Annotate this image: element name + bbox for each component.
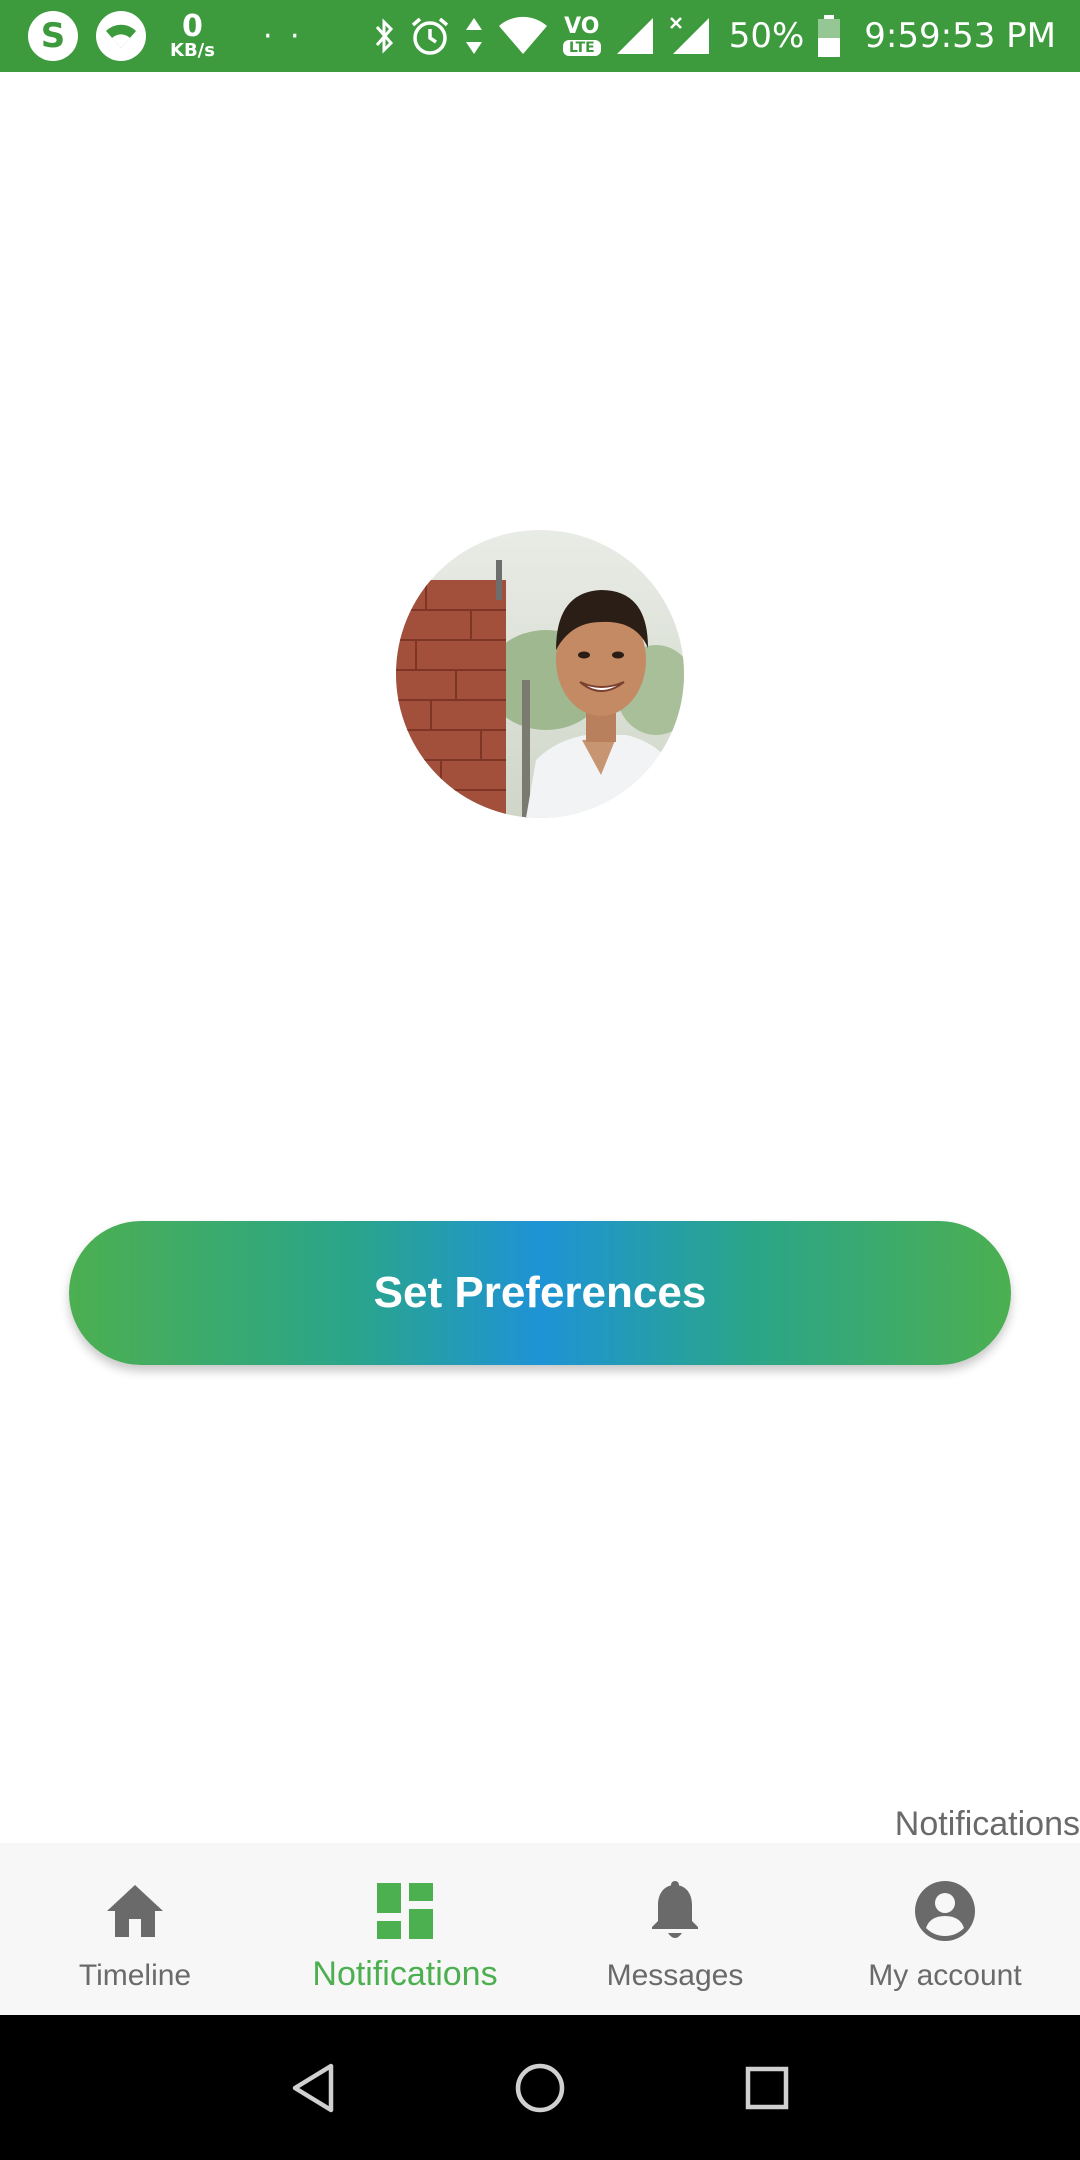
bottom-navigation: Timeline Notifications Messages My accou…: [0, 1843, 1080, 2015]
status-left: S 0 KB/s · ·: [28, 0, 304, 72]
network-speed-unit: KB/s: [170, 40, 215, 61]
cell-signal-icon: [615, 16, 655, 56]
data-arrows-icon: [465, 16, 483, 56]
nav-item-timeline[interactable]: Timeline: [0, 1843, 270, 2015]
set-preferences-button[interactable]: Set Preferences: [69, 1221, 1011, 1365]
nav-item-messages[interactable]: Messages: [540, 1843, 810, 2015]
status-time: 9:59:53 PM: [864, 16, 1056, 56]
status-right: VO LTE 50% 9:59:53 PM: [373, 0, 1056, 72]
bell-icon: [643, 1879, 707, 1943]
volte-icon: VO LTE: [562, 14, 601, 56]
battery-icon: [818, 15, 841, 57]
bluetooth-icon: [373, 17, 395, 55]
home-icon: [103, 1879, 167, 1943]
nav-label-timeline: Timeline: [78, 1959, 192, 1992]
cell-signal-no-data-icon: [669, 16, 711, 56]
lte-label: LTE: [562, 40, 601, 56]
back-icon[interactable]: [278, 2053, 348, 2123]
notification-dots: · ·: [262, 18, 304, 54]
dashboard-icon: [373, 1879, 437, 1943]
skype-icon: S: [28, 11, 78, 61]
nav-label-my-account: My account: [868, 1959, 1022, 1992]
nav-label-notifications: Notifications: [312, 1955, 498, 1993]
account-circle-icon: [913, 1879, 977, 1943]
recents-icon[interactable]: [732, 2053, 802, 2123]
system-navigation-bar: [0, 2015, 1080, 2160]
network-speed-value: 0: [182, 9, 203, 44]
nav-label-messages: Messages: [606, 1959, 744, 1992]
nav-item-my-account[interactable]: My account: [810, 1843, 1080, 2015]
home-circle-icon[interactable]: [505, 2053, 575, 2123]
battery-percent: 50%: [728, 16, 805, 56]
wifi-signal-icon: [497, 16, 549, 56]
status-bar: S 0 KB/s · · VO LTE 50% 9:59:53 PM: [0, 0, 1080, 72]
volte-label: VO: [564, 14, 600, 39]
network-speed: 0 KB/s: [170, 12, 215, 60]
wifi-icon: [96, 11, 146, 61]
profile-avatar[interactable]: [396, 530, 684, 818]
nav-item-notifications[interactable]: Notifications: [270, 1843, 540, 2015]
alarm-icon: [409, 15, 451, 57]
